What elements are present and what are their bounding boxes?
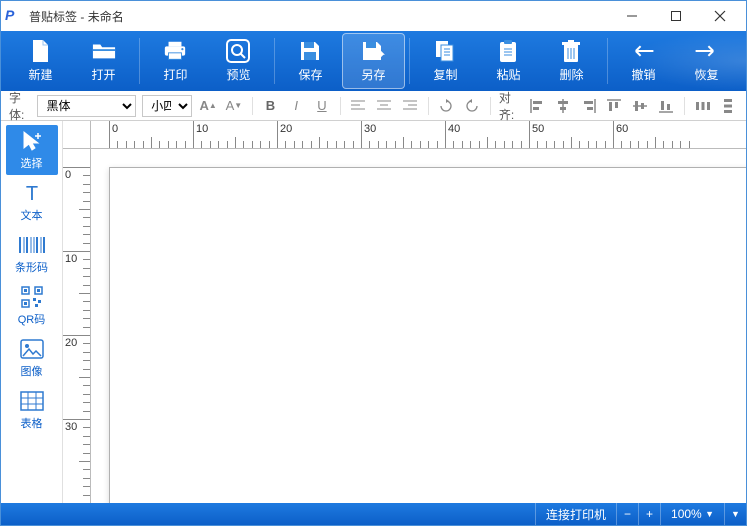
align-center-button[interactable] xyxy=(374,95,394,117)
paste-icon xyxy=(496,39,520,63)
ribbon-separator xyxy=(274,38,275,84)
label-page[interactable] xyxy=(109,167,746,503)
close-button[interactable] xyxy=(698,2,742,30)
connect-printer-button[interactable]: 连接打印机 xyxy=(535,503,616,525)
undo-button[interactable]: 撤销 xyxy=(612,33,675,89)
save-button[interactable]: 保存 xyxy=(279,33,342,89)
preview-button[interactable]: 预览 xyxy=(207,33,270,89)
obj-align-left-button[interactable] xyxy=(527,95,547,117)
qrcode-icon xyxy=(18,285,46,309)
print-button[interactable]: 打印 xyxy=(144,33,207,89)
save-as-button[interactable]: 另存 xyxy=(342,33,405,89)
status-bar: 连接打印机 − + 100% ▼ ▼ xyxy=(1,503,746,525)
font-family-select[interactable]: 黑体 xyxy=(37,95,136,117)
font-decrease-button[interactable]: A▼ xyxy=(224,95,244,117)
close-icon xyxy=(714,10,726,22)
italic-button[interactable]: I xyxy=(286,95,306,117)
font-increase-button[interactable]: A▲ xyxy=(198,95,218,117)
rotate-ccw-button[interactable] xyxy=(462,95,482,117)
obj-align-bottom-button[interactable] xyxy=(656,95,676,117)
font-size-select[interactable]: 小四 xyxy=(142,95,192,117)
tool-barcode[interactable]: 条形码 xyxy=(6,229,58,279)
font-label: 字体: xyxy=(9,89,31,123)
undo-arrow-icon xyxy=(631,39,655,63)
printer-icon xyxy=(163,39,187,63)
image-icon xyxy=(18,337,46,361)
redo-button[interactable]: 恢复 xyxy=(675,33,738,89)
distribute-h-button[interactable] xyxy=(693,95,713,117)
maximize-button[interactable] xyxy=(654,2,698,30)
text-icon: T xyxy=(18,181,46,205)
tool-qrcode[interactable]: QR码 xyxy=(6,281,58,331)
table-icon xyxy=(18,389,46,413)
toolbox-panel: 选择 T 文本 条形码 QR码 图像 表格 xyxy=(1,121,63,503)
minimize-button[interactable] xyxy=(610,2,654,30)
align-left-button[interactable] xyxy=(349,95,369,117)
tool-select[interactable]: 选择 xyxy=(6,125,58,175)
format-toolbar: 字体: 黑体 小四 A▲ A▼ B I U 对齐: xyxy=(1,91,746,121)
zoom-out-button[interactable]: − xyxy=(616,503,638,525)
align-right-button[interactable] xyxy=(400,95,420,117)
tool-image[interactable]: 图像 xyxy=(6,333,58,383)
maximize-icon xyxy=(670,10,682,22)
svg-text:T: T xyxy=(25,183,37,204)
distribute-v-button[interactable] xyxy=(718,95,738,117)
save-as-icon xyxy=(361,39,385,63)
minimize-icon xyxy=(626,10,638,22)
chevron-down-icon: ▼ xyxy=(705,509,714,519)
zoom-level[interactable]: 100% ▼ xyxy=(660,503,724,525)
open-button[interactable]: 打开 xyxy=(72,33,135,89)
copy-icon xyxy=(433,39,457,63)
work-area: 选择 T 文本 条形码 QR码 图像 表格 0102030405060 0102 xyxy=(1,121,746,503)
new-file-icon xyxy=(29,39,53,63)
save-icon xyxy=(298,39,322,63)
paste-button[interactable]: 粘贴 xyxy=(477,33,540,89)
canvas-viewport[interactable] xyxy=(91,149,746,503)
bold-button[interactable]: B xyxy=(261,95,281,117)
window-title: 普贴标签 - 未命名 xyxy=(29,8,124,25)
obj-align-vcenter-button[interactable] xyxy=(630,95,650,117)
obj-align-hcenter-button[interactable] xyxy=(553,95,573,117)
app-logo-icon: P xyxy=(5,7,23,25)
tool-text[interactable]: T 文本 xyxy=(6,177,58,227)
ribbon-separator xyxy=(409,38,410,84)
new-button[interactable]: 新建 xyxy=(9,33,72,89)
trash-icon xyxy=(559,39,583,63)
barcode-icon xyxy=(18,233,46,257)
obj-align-right-button[interactable] xyxy=(579,95,599,117)
ribbon-toolbar: 新建 打开 打印 预览 保存 另存 复制 粘贴 删除 撤销 恢复 xyxy=(1,31,746,91)
obj-align-top-button[interactable] xyxy=(605,95,625,117)
tool-table[interactable]: 表格 xyxy=(6,385,58,435)
horizontal-ruler[interactable]: 0102030405060 xyxy=(91,121,746,149)
title-bar: P 普贴标签 - 未命名 xyxy=(1,1,746,31)
ruler-corner xyxy=(63,121,91,149)
copy-button[interactable]: 复制 xyxy=(414,33,477,89)
delete-button[interactable]: 删除 xyxy=(540,33,603,89)
ribbon-separator xyxy=(607,38,608,84)
magnifier-icon xyxy=(226,39,250,63)
redo-arrow-icon xyxy=(694,39,718,63)
zoom-menu-button[interactable]: ▼ xyxy=(724,503,746,525)
canvas-area: 0102030405060 010203040 xyxy=(63,121,746,503)
folder-open-icon xyxy=(92,39,116,63)
ribbon-separator xyxy=(139,38,140,84)
vertical-ruler[interactable]: 010203040 xyxy=(63,149,91,503)
cursor-icon xyxy=(18,129,46,153)
align-label: 对齐: xyxy=(499,89,521,123)
zoom-in-button[interactable]: + xyxy=(638,503,660,525)
underline-button[interactable]: U xyxy=(312,95,332,117)
rotate-cw-button[interactable] xyxy=(437,95,457,117)
